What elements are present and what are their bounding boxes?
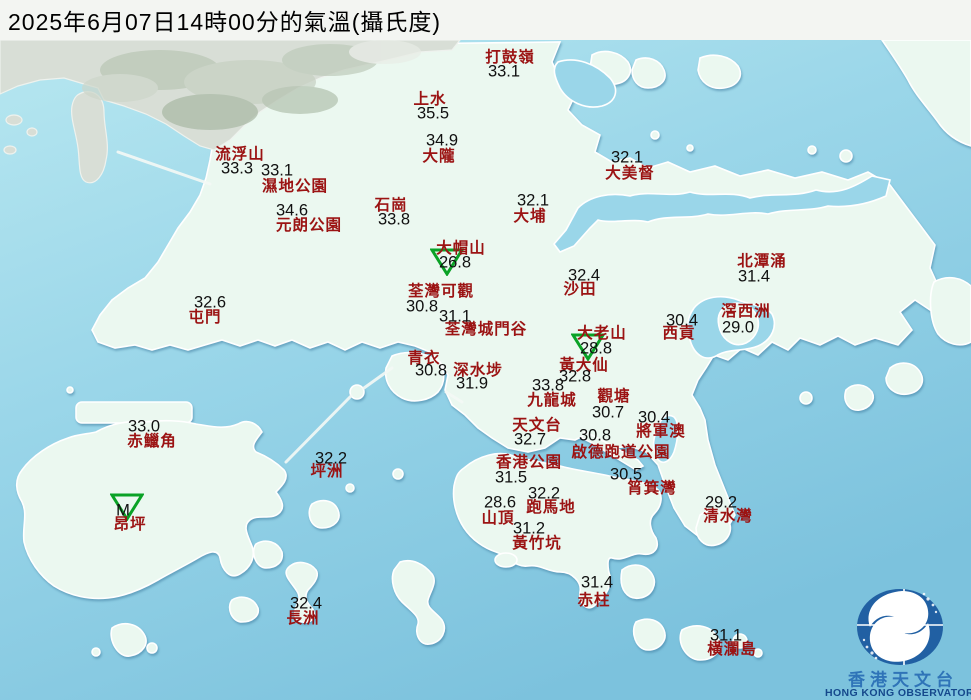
station-temp-value: 30.8 [414, 361, 448, 380]
station-temp-value: 32.2 [314, 449, 348, 468]
station-temp-value: 30.4 [665, 311, 699, 330]
station-temp-value: 30.8 [578, 426, 612, 445]
station-temp-value: 32.1 [610, 148, 644, 167]
station-temp-value: 30.4 [637, 408, 671, 427]
station-temp-value: 32.2 [527, 484, 561, 503]
station-temp-value: 35.5 [416, 104, 450, 123]
station-labels-layer: 打鼓嶺 33.1 上水 35.5 大隴 34.9 流浮山 33.3 濕地公園 33.1 元朗公園 34… [0, 0, 971, 700]
station-temp-value: 29.2 [704, 493, 738, 512]
station-temp-value: 30.7 [591, 403, 625, 422]
station-temp-value: 31.2 [512, 519, 546, 538]
station-temp-value: 32.7 [513, 430, 547, 449]
title-bar: 2025年6月07日14時00分的氣溫(攝氏度) [0, 0, 971, 40]
station-temp-value: 33.1 [487, 62, 521, 81]
station-temp-value: 32.1 [516, 191, 550, 210]
station-temp-value: 31.9 [455, 374, 489, 393]
station-temp-value: 26.8 [438, 253, 472, 272]
station-temp-value: 29.0 [721, 318, 755, 337]
hko-logo-text-en: HONG KONG OBSERVATORY [825, 687, 971, 699]
station-temp-value: 30.5 [609, 465, 643, 484]
station-temp-value: 33.1 [260, 161, 294, 180]
station-temp-value: 31.5 [494, 468, 528, 487]
station-temp-value: 31.4 [737, 267, 771, 286]
station-temp-value: 34.9 [425, 131, 459, 150]
hko-temperature-map: 2025年6月07日14時00分的氣溫(攝氏度) 打鼓嶺 33.1 上水 35.… [0, 0, 971, 700]
station-temp-value: 33.0 [127, 417, 161, 436]
station-temp-value: 32.4 [289, 594, 323, 613]
station-temp-value: 34.6 [275, 201, 309, 220]
station-temp-value: 30.8 [405, 297, 439, 316]
station-temp-value: 32.6 [193, 293, 227, 312]
station-temp-value: 31.4 [580, 573, 614, 592]
station-temp-value: 33.3 [220, 159, 254, 178]
station-temp-value: 28.6 [483, 493, 517, 512]
station-temp-value: 32.4 [567, 266, 601, 285]
map-title: 2025年6月07日14時00分的氣溫(攝氏度) [8, 9, 442, 35]
station-temp-value: M [116, 501, 130, 520]
station-temp-value: 33.8 [377, 210, 411, 229]
station-temp-value: 33.8 [531, 376, 565, 395]
station-temp-value: 31.1 [709, 626, 743, 645]
station-temp-value: 31.1 [438, 307, 472, 326]
